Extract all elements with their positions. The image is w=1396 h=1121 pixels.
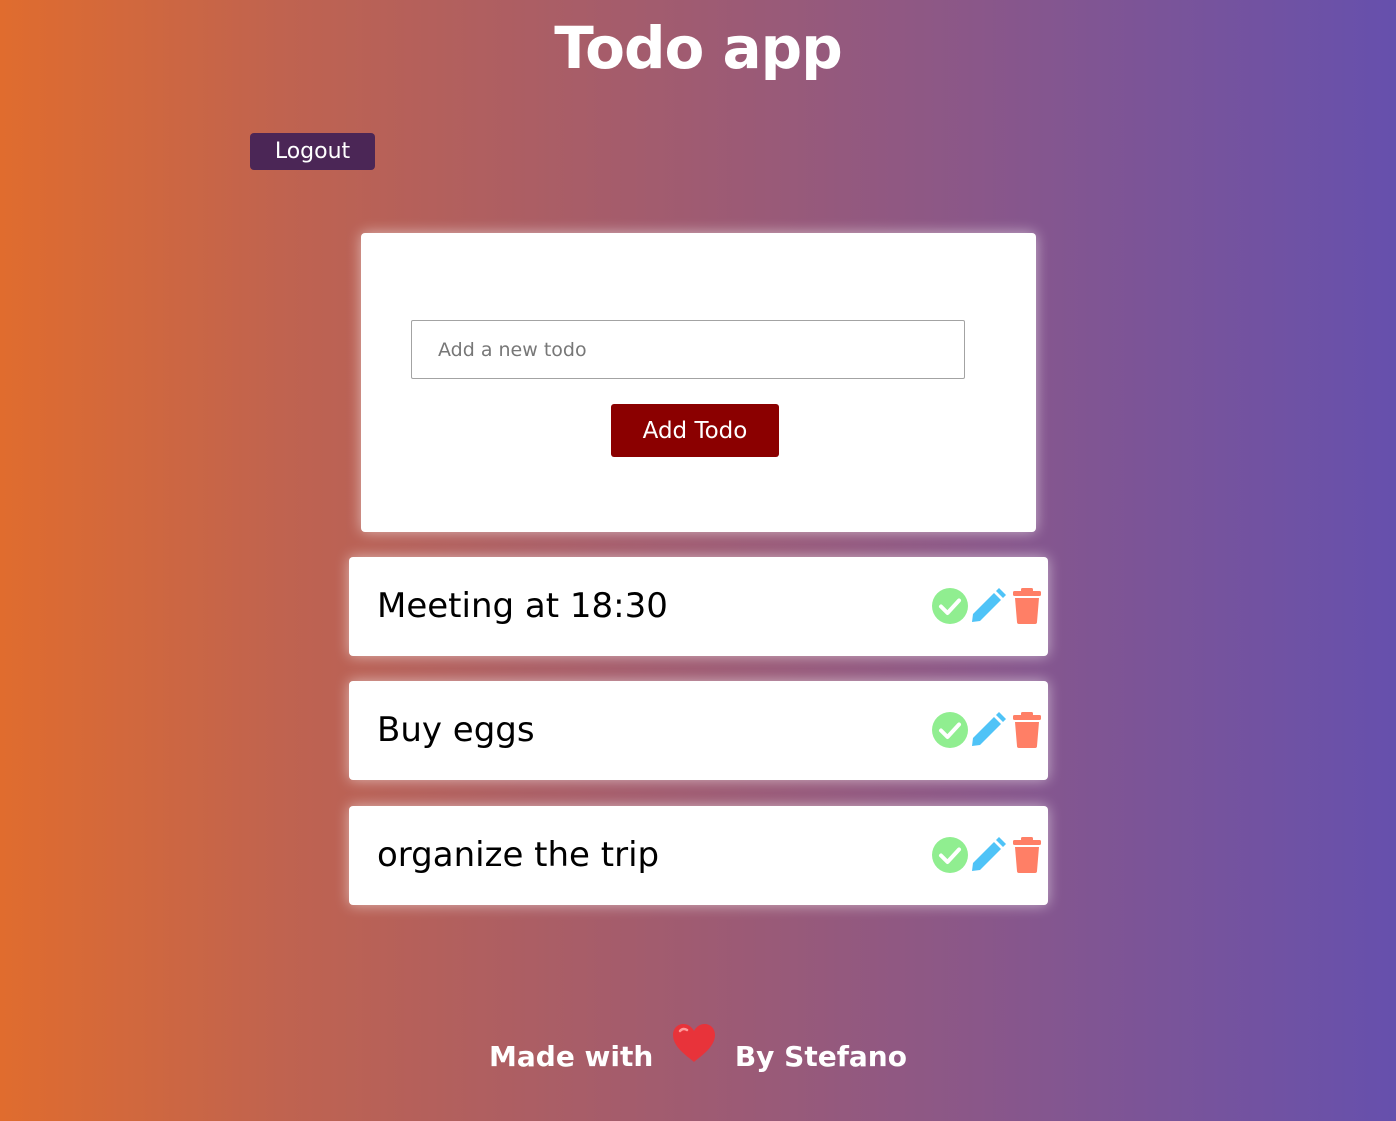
heart-icon — [671, 1022, 717, 1071]
add-todo-button[interactable]: Add Todo — [611, 404, 779, 457]
add-todo-form: Add Todo — [361, 233, 1036, 532]
page-title: Todo app — [554, 14, 842, 82]
check-circle-icon[interactable] — [931, 836, 969, 874]
trash-icon[interactable] — [1008, 587, 1046, 625]
todo-item: Buy eggs — [349, 681, 1048, 780]
pencil-icon[interactable] — [969, 836, 1007, 874]
todo-item: organize the trip — [349, 806, 1048, 905]
pencil-icon[interactable] — [969, 587, 1007, 625]
todo-text: organize the trip — [377, 835, 660, 875]
check-circle-icon[interactable] — [931, 587, 969, 625]
check-circle-icon[interactable] — [931, 711, 969, 749]
todo-text: Meeting at 18:30 — [377, 586, 668, 626]
pencil-icon[interactable] — [969, 711, 1007, 749]
trash-icon[interactable] — [1008, 836, 1046, 874]
footer: Made with By Stefano — [0, 1024, 1396, 1108]
footer-made-with: Made with — [489, 1040, 654, 1073]
todo-input[interactable] — [411, 320, 965, 379]
trash-icon[interactable] — [1008, 711, 1046, 749]
todo-item: Meeting at 18:30 — [349, 557, 1048, 656]
todo-text: Buy eggs — [377, 710, 535, 750]
footer-author: By Stefano — [734, 1040, 907, 1073]
logout-button[interactable]: Logout — [250, 133, 375, 170]
